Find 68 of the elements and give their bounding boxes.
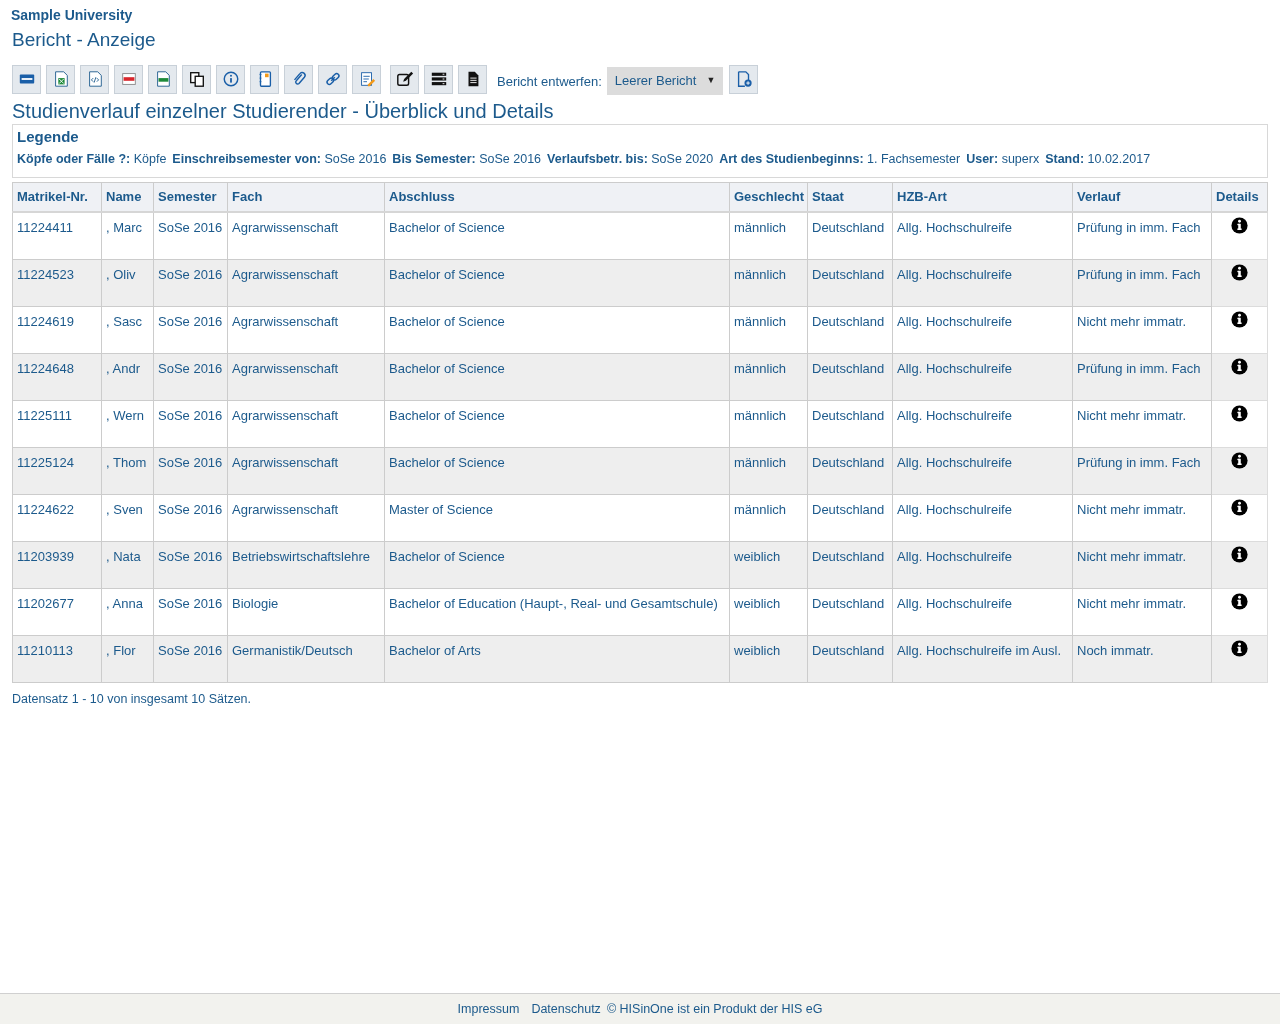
legend-entry: Verlaufsbetr. bis: SoSe 2020 (547, 151, 714, 168)
cell-link[interactable]: Bachelor of Science (389, 454, 505, 470)
legend-entry: Köpfe oder Fälle ?: Köpfe (17, 151, 167, 168)
toolbar-button[interactable] (284, 64, 313, 94)
cell-link[interactable]: Bachelor of Science (389, 266, 505, 282)
record-count: Datensatz 1 - 10 von insgesamt 10 Sätzen. (12, 690, 253, 708)
toolbar-button[interactable] (318, 64, 347, 94)
info-icon[interactable] (1231, 217, 1248, 235)
toolbar-button[interactable] (424, 64, 453, 94)
legend-entry: Stand: 10.02.2017 (1045, 151, 1151, 168)
cell-link[interactable]: weiblich (734, 548, 781, 564)
column-header: Geschlecht (729, 182, 808, 213)
info-icon[interactable] (1231, 310, 1248, 328)
column-header: Name (101, 182, 154, 213)
column-header: Matrikel-Nr. (12, 182, 102, 213)
info-icon[interactable] (1231, 357, 1248, 375)
toolbar-button[interactable] (12, 64, 41, 94)
info-icon[interactable] (1231, 545, 1248, 563)
report-dropdown[interactable]: Leerer Bericht ▼ (606, 67, 724, 95)
cell-link[interactable]: Biologie (232, 595, 279, 611)
cell-link[interactable]: , Flor (106, 642, 136, 658)
info-icon[interactable] (1231, 639, 1248, 657)
footer-link[interactable]: Datenschutz (531, 999, 601, 1019)
legend-entry: User: superx (966, 151, 1040, 168)
footer-link[interactable]: Impressum (457, 999, 520, 1019)
cell-link[interactable]: Bachelor of Arts (389, 642, 481, 658)
cell-link[interactable]: Bachelor of Science (389, 313, 505, 329)
copyright-text: © HISinOne ist ein Produkt der HIS eG (606, 1000, 823, 1018)
cell-link[interactable]: Bachelor of Science (389, 220, 505, 236)
info-icon[interactable] (1231, 592, 1248, 610)
copy-icon (187, 70, 206, 88)
toolbar-button[interactable] (182, 64, 211, 94)
page-title: Bericht - Anzeige (12, 28, 157, 52)
report-title: Studienverlauf einzelner Studierender - Überblick und Details (12, 99, 555, 124)
legend-entry: Art des Studienbeginns: 1. Fachsemester (719, 151, 961, 168)
column-header: HZB-Art (892, 182, 1073, 213)
edit-icon (395, 70, 414, 88)
column-header: Details (1211, 182, 1268, 213)
column-header: Fach (227, 182, 385, 213)
toolbar-button[interactable] (250, 64, 279, 94)
info-icon[interactable] (1231, 404, 1248, 422)
toolbar-button[interactable] (216, 64, 245, 94)
list-icon (429, 70, 448, 88)
column-header: Staat (807, 182, 893, 213)
institution-name: Sample University (11, 6, 134, 24)
info-icon[interactable] (1231, 451, 1248, 469)
info-icon (221, 70, 240, 88)
cell-link[interactable]: Noch immatr. (1077, 642, 1154, 658)
cell-link[interactable]: , Oliv (106, 266, 136, 282)
cell-link[interactable]: weiblich (734, 595, 781, 611)
info-icon[interactable] (1231, 263, 1248, 281)
column-header: Verlauf (1072, 182, 1212, 213)
cell-link[interactable]: Bachelor of Science (389, 548, 505, 564)
toolbar-button[interactable] (458, 64, 487, 94)
cell-link[interactable]: Bachelor of Science (389, 407, 505, 423)
legend-entry: Bis Semester: SoSe 2016 (392, 151, 542, 168)
column-header: Semester (153, 182, 228, 213)
cell-link[interactable]: Master of Science (389, 501, 494, 517)
draft-label: Bericht entwerfen: (497, 72, 602, 91)
legend-title: Legende (17, 127, 80, 147)
cell-link[interactable]: Bachelor of Science (389, 360, 505, 376)
legend-entry: Einschreibsemester von: SoSe 2016 (172, 151, 387, 168)
info-icon[interactable] (1231, 498, 1248, 516)
toolbar-button[interactable] (729, 64, 759, 94)
cell-link[interactable]: weiblich (734, 642, 781, 658)
link-icon (323, 70, 342, 88)
column-header: Abschluss (384, 182, 730, 213)
toolbar-button[interactable] (390, 64, 419, 94)
